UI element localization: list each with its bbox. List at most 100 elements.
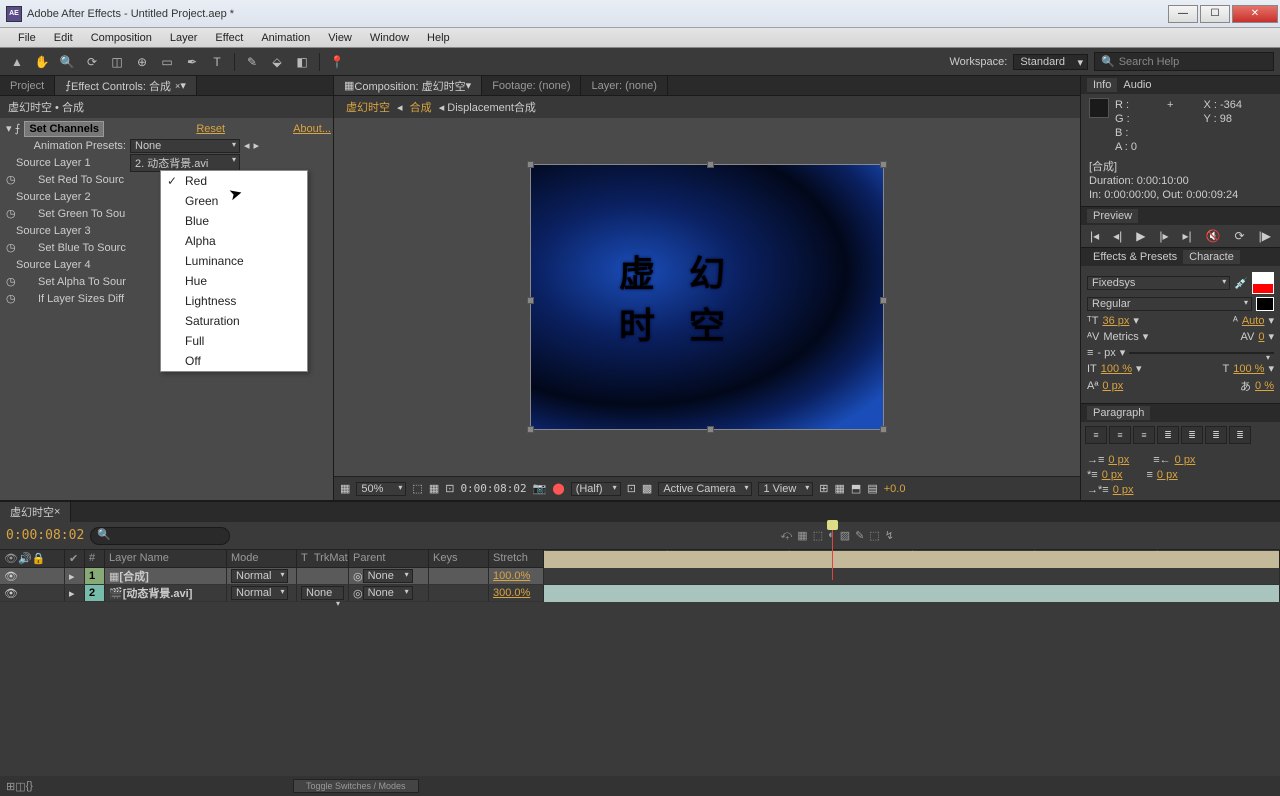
play-icon[interactable]: ▶ xyxy=(1136,229,1145,243)
viewer-icon[interactable]: ⬒ xyxy=(851,482,861,495)
stroke-color[interactable] xyxy=(1252,283,1274,294)
transparency-icon[interactable]: ▩ xyxy=(642,482,652,495)
tab-footage[interactable]: Footage: (none) xyxy=(482,76,581,95)
zoom-tool-icon[interactable]: 🔍 xyxy=(56,52,78,72)
dropdown-item-green[interactable]: Green xyxy=(161,191,307,211)
shape-tool-icon[interactable]: ▭ xyxy=(156,52,178,72)
layer-row-1[interactable]: 👁▸1 ▦ [合成] Normal ◎ None 100.0% xyxy=(0,568,1280,585)
last-frame-icon[interactable]: ▸| xyxy=(1183,229,1192,243)
menu-effect[interactable]: Effect xyxy=(207,30,251,46)
dropdown-item-alpha[interactable]: Alpha xyxy=(161,231,307,251)
stopwatch-icon[interactable]: ◷ xyxy=(6,173,16,186)
tl-icon[interactable]: ↯ xyxy=(885,529,894,542)
viewer-icon[interactable]: ⊞ xyxy=(819,482,828,495)
justify-all-icon[interactable]: ≣ xyxy=(1229,426,1251,444)
tab-effects-presets[interactable]: Effects & Presets xyxy=(1087,250,1183,264)
maximize-button[interactable]: ☐ xyxy=(1200,5,1230,23)
menu-composition[interactable]: Composition xyxy=(83,30,160,46)
dropdown-item-luminance[interactable]: Luminance xyxy=(161,251,307,271)
resolution-dropdown[interactable]: (Half) xyxy=(571,482,621,496)
hscale-value[interactable]: 100 % xyxy=(1233,363,1264,375)
tl-icon[interactable]: ⬚ xyxy=(813,529,823,542)
align-center-icon[interactable]: ≡ xyxy=(1109,426,1131,444)
tracking-value[interactable]: 0 xyxy=(1258,331,1264,343)
justify-right-icon[interactable]: ≣ xyxy=(1205,426,1227,444)
tsume-value[interactable]: 0 % xyxy=(1255,380,1274,392)
viewer-icon[interactable]: ⊡ xyxy=(445,482,454,495)
tab-character[interactable]: Characte xyxy=(1183,250,1240,264)
eyedropper-icon[interactable]: 💉 xyxy=(1234,277,1248,290)
fill-color[interactable] xyxy=(1252,272,1274,283)
tab-audio[interactable]: Audio xyxy=(1117,78,1157,92)
kerning-value[interactable]: Metrics xyxy=(1103,331,1138,343)
tab-info[interactable]: Info xyxy=(1087,78,1117,92)
stopwatch-icon[interactable]: ◷ xyxy=(6,292,16,305)
tab-layer[interactable]: Layer: (none) xyxy=(581,76,667,95)
next-frame-icon[interactable]: |▸ xyxy=(1159,229,1168,243)
text-tool-icon[interactable]: T xyxy=(206,52,228,72)
menu-window[interactable]: Window xyxy=(362,30,417,46)
viewer-icon[interactable]: ▦ xyxy=(429,482,439,495)
snapshot-icon[interactable]: 📷 xyxy=(533,482,547,495)
dropdown-item-red[interactable]: Red xyxy=(161,171,307,191)
pan-behind-tool-icon[interactable]: ⊕ xyxy=(131,52,153,72)
source-layer-1-dropdown[interactable]: 2. 动态背景.avi xyxy=(130,154,240,172)
menu-view[interactable]: View xyxy=(320,30,360,46)
tab-effect-controls[interactable]: ⨍ Effect Controls: 合成× ▾ xyxy=(55,76,197,95)
justify-center-icon[interactable]: ≣ xyxy=(1181,426,1203,444)
ram-preview-icon[interactable]: |▶ xyxy=(1259,229,1271,243)
viewer-icon[interactable]: ▤ xyxy=(867,482,877,495)
viewer-icon[interactable]: ▦ xyxy=(835,482,845,495)
stopwatch-icon[interactable]: ◷ xyxy=(6,207,16,220)
stopwatch-icon[interactable]: ◷ xyxy=(6,241,16,254)
timeline-search[interactable]: 🔍 xyxy=(90,527,230,545)
workspace-dropdown[interactable]: Standard xyxy=(1013,54,1088,70)
tab-composition[interactable]: ▦ Composition: 虚幻时空 ▾ xyxy=(334,76,482,95)
tl-icon[interactable]: ▦ xyxy=(797,529,807,542)
menu-file[interactable]: File xyxy=(10,30,44,46)
baseline-value[interactable]: 0 px xyxy=(1102,380,1123,392)
font-size-value[interactable]: 36 px xyxy=(1102,315,1129,327)
dropdown-item-hue[interactable]: Hue xyxy=(161,271,307,291)
search-help-input[interactable]: 🔍 Search Help xyxy=(1094,52,1274,71)
dropdown-item-off[interactable]: Off xyxy=(161,351,307,371)
close-button[interactable]: ✕ xyxy=(1232,5,1278,23)
hand-tool-icon[interactable]: ✋ xyxy=(31,52,53,72)
pen-tool-icon[interactable]: ✒ xyxy=(181,52,203,72)
brush-tool-icon[interactable]: ✎ xyxy=(241,52,263,72)
align-left-icon[interactable]: ≡ xyxy=(1085,426,1107,444)
loop-icon[interactable]: ⟳ xyxy=(1235,229,1245,243)
channel-icon[interactable]: ⬤ xyxy=(552,482,564,495)
mute-icon[interactable]: 🔇 xyxy=(1206,229,1221,243)
swap-colors-icon[interactable] xyxy=(1256,297,1274,311)
puppet-tool-icon[interactable]: 📍 xyxy=(326,52,348,72)
stamp-tool-icon[interactable]: ⬙ xyxy=(266,52,288,72)
viewer-icon[interactable]: ⬚ xyxy=(412,482,422,495)
timeline-tab[interactable]: 虚幻时空 × xyxy=(0,502,71,522)
preset-prev-icon[interactable]: ◂ xyxy=(244,139,250,152)
leading-value[interactable]: Auto xyxy=(1242,315,1265,327)
current-time[interactable]: 0:00:08:02 xyxy=(6,528,84,543)
menu-edit[interactable]: Edit xyxy=(46,30,81,46)
menu-animation[interactable]: Animation xyxy=(253,30,318,46)
effect-name[interactable]: Set Channels xyxy=(24,121,104,137)
dropdown-item-lightness[interactable]: Lightness xyxy=(161,291,307,311)
dropdown-item-saturation[interactable]: Saturation xyxy=(161,311,307,331)
stroke-style-dropdown[interactable] xyxy=(1129,352,1274,354)
composition-viewer[interactable]: 虚 幻 时 空 xyxy=(334,118,1080,476)
roi-icon[interactable]: ⊡ xyxy=(627,482,636,495)
camera-tool-icon[interactable]: ◫ xyxy=(106,52,128,72)
nav-link-1[interactable]: 虚幻时空 xyxy=(346,102,390,114)
tl-icon[interactable]: ▨ xyxy=(840,529,850,542)
dropdown-item-blue[interactable]: Blue xyxy=(161,211,307,231)
tl-icon[interactable]: ⤽ xyxy=(781,529,793,542)
tab-preview[interactable]: Preview xyxy=(1087,209,1138,223)
about-link[interactable]: About... xyxy=(293,123,331,135)
minimize-button[interactable]: — xyxy=(1168,5,1198,23)
font-dropdown[interactable]: Fixedsys xyxy=(1087,276,1230,290)
justify-left-icon[interactable]: ≣ xyxy=(1157,426,1179,444)
align-right-icon[interactable]: ≡ xyxy=(1133,426,1155,444)
nav-link-2[interactable]: 合成 xyxy=(410,102,432,114)
layer-row-2[interactable]: 👁▸2 🎬 [动态背景.avi] Normal None ◎ None 300.… xyxy=(0,585,1280,602)
style-dropdown[interactable]: Regular xyxy=(1087,297,1252,311)
